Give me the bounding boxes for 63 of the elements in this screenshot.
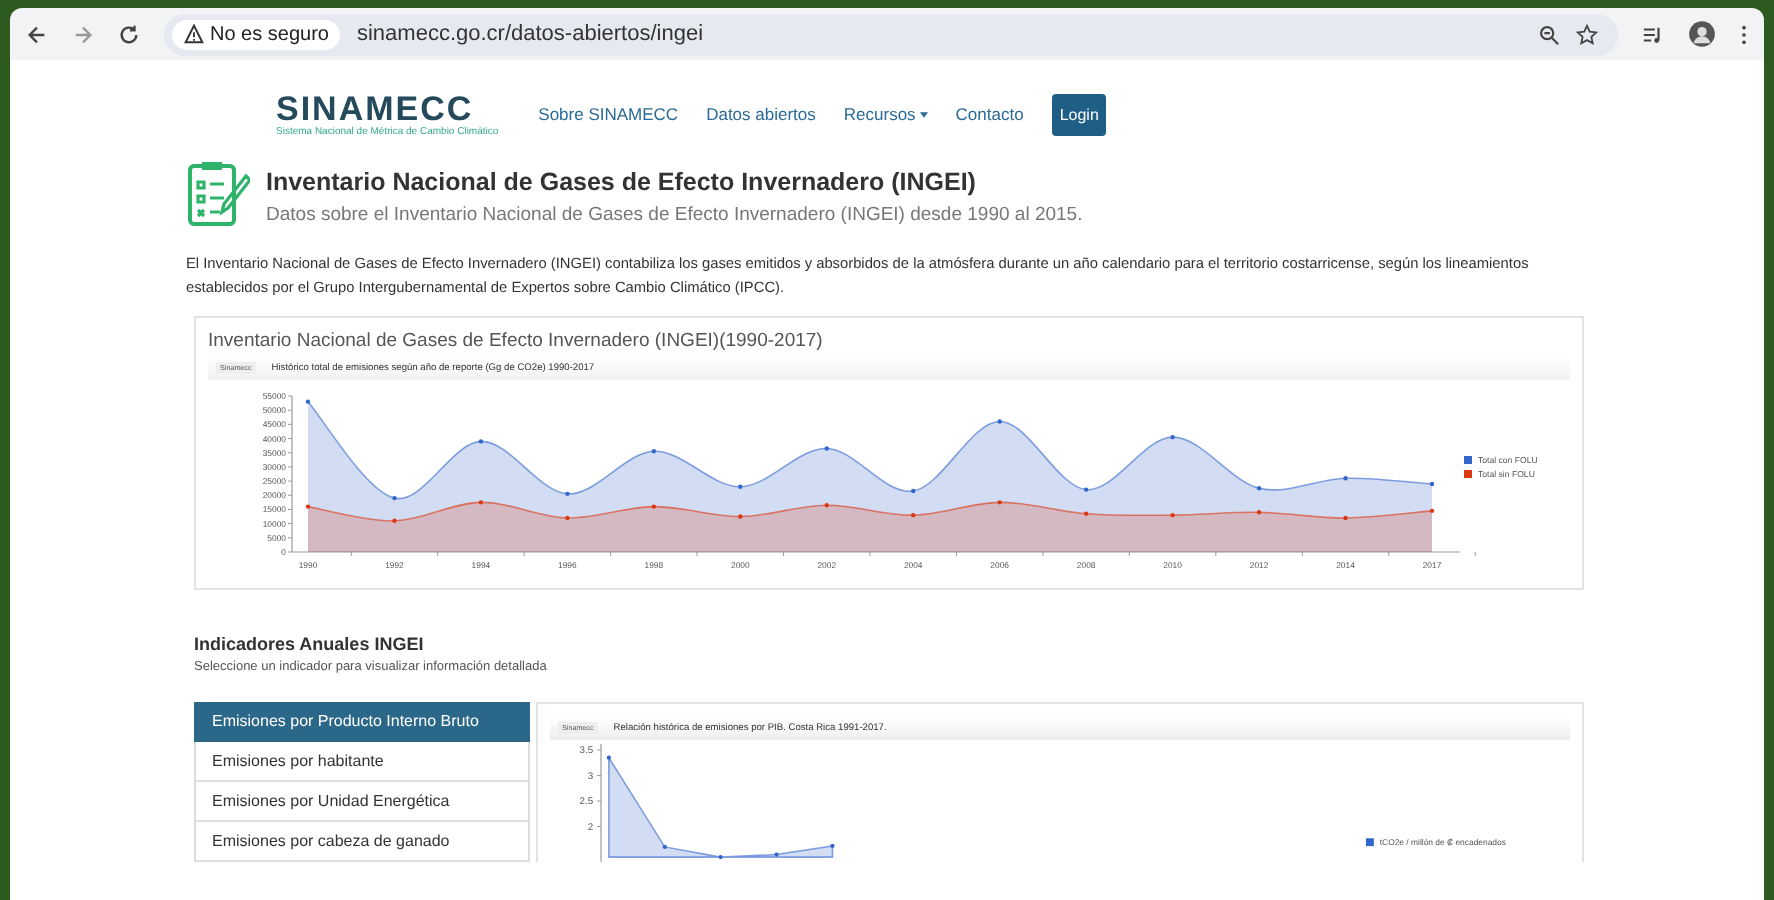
data-point (738, 514, 743, 519)
url-text: sinamecc.go.cr/datos-abiertos/ingei (356, 22, 706, 46)
nav-link[interactable]: Sobre SINAMECC (538, 104, 679, 124)
reload-icon[interactable] (118, 23, 140, 45)
data-point (1170, 434, 1175, 440)
nav-dropdown[interactable]: Recursos (843, 104, 928, 124)
data-point (1343, 476, 1348, 481)
nav-link[interactable]: Contacto (955, 104, 1024, 124)
data-point (911, 512, 916, 518)
data-point (651, 449, 657, 454)
data-point (565, 515, 570, 521)
page-title: Inventario Nacional de Gases de Efecto Invernadero (INGEI) (266, 168, 978, 196)
data-point (606, 755, 611, 760)
login-button[interactable]: Login (1051, 93, 1107, 135)
data-point (651, 504, 657, 509)
data-point (830, 843, 835, 849)
forward-icon[interactable] (72, 23, 94, 45)
data-point (662, 844, 667, 850)
zoom-icon[interactable] (1538, 23, 1560, 45)
data-point (997, 419, 1002, 424)
back-icon[interactable] (26, 23, 48, 45)
data-point (997, 500, 1002, 505)
chart-heading: Inventario Nacional de Gases de Efecto Invernadero (INGEI)(1990-2017) (208, 330, 825, 352)
data-point (1256, 510, 1262, 515)
security-badge[interactable]: No es seguro (172, 19, 341, 49)
data-point (774, 852, 779, 857)
site-logo[interactable]: SINAMECC (276, 91, 499, 125)
data-point (1083, 511, 1089, 516)
caret-icon (919, 111, 928, 117)
data-point (1343, 515, 1348, 521)
avatar-icon[interactable] (1688, 20, 1716, 48)
warning-icon (184, 24, 204, 44)
data-point (305, 399, 311, 404)
data-point (824, 503, 829, 508)
data-point (1429, 481, 1435, 487)
indicator-item[interactable]: Emisiones por cabeza de ganado (194, 822, 530, 862)
data-point (478, 500, 484, 505)
indicator-item[interactable]: Emisiones por Producto Interno Bruto (194, 702, 530, 742)
data-point (1083, 487, 1089, 492)
menu-icon[interactable] (1740, 23, 1748, 45)
y-axis (596, 743, 602, 862)
media-icon[interactable] (1642, 23, 1664, 45)
indicator-item[interactable]: Emisiones por habitante (194, 742, 530, 782)
data-point (738, 484, 743, 489)
data-point (911, 488, 916, 494)
data-point (1256, 486, 1262, 491)
nav-link[interactable]: Datos abiertos (706, 104, 816, 124)
data-point (1429, 508, 1435, 514)
data-point (478, 439, 484, 444)
data-point (392, 518, 397, 523)
data-point (305, 504, 311, 509)
data-point (1170, 512, 1175, 518)
data-point (824, 446, 829, 451)
data-point (565, 491, 570, 497)
star-icon[interactable] (1576, 23, 1598, 45)
data-point (392, 495, 397, 501)
data-point (718, 854, 723, 860)
page-subtitle: Datos sobre el Inventario Nacional de Gases de Efecto Invernadero (INGEI) desde 1990 al 2015. (266, 204, 1083, 226)
checklist-icon (186, 160, 250, 228)
section-title: Indicadores Anuales INGEI (194, 634, 426, 654)
security-label: No es seguro (210, 23, 329, 45)
indicator-item[interactable]: Emisiones por Unidad Energética (194, 782, 530, 822)
address-bar[interactable]: No es seguro sinamecc.go.cr/datos-abiertos/ingei (164, 13, 1618, 55)
